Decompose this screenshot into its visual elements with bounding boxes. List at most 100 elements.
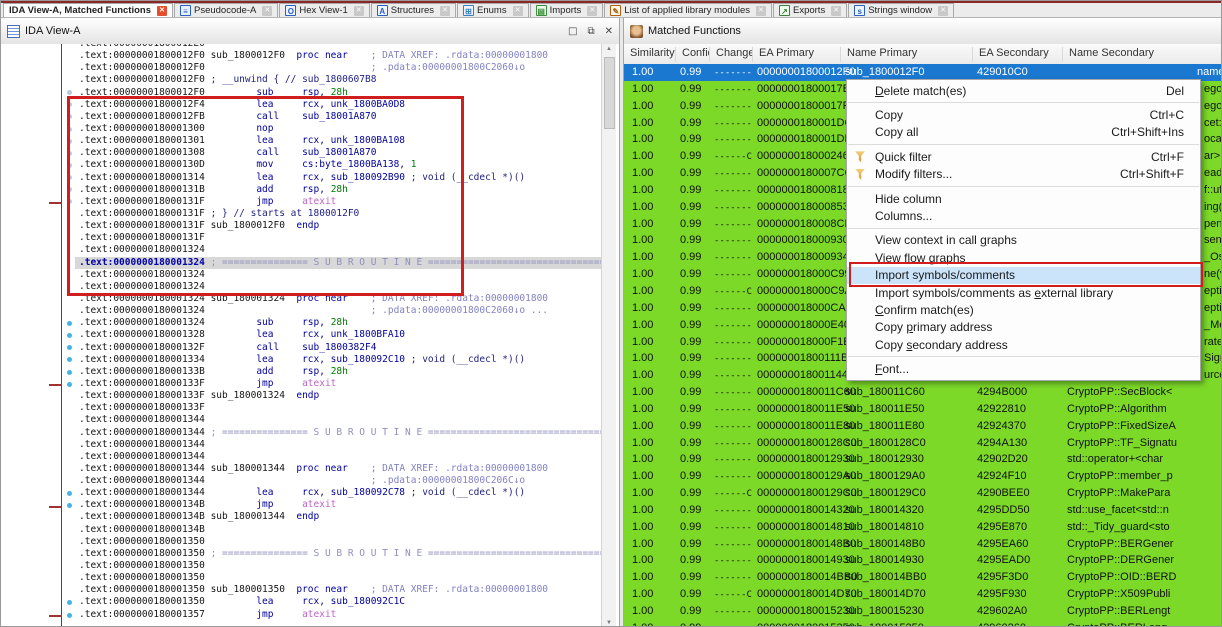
tab-strings-window[interactable]: sStrings window✕: [848, 3, 954, 17]
tab-icon-exports: ↗: [779, 5, 790, 16]
table-row[interactable]: 1.000.99-------0000000180014320sub_18001…: [624, 502, 1222, 519]
disasm-line[interactable]: .text:000000018000134B jmp atexit: [1, 499, 602, 511]
column-header-ea-secondary[interactable]: EA Secondary: [973, 47, 1063, 62]
menu-item-columns[interactable]: Columns...: [847, 207, 1200, 224]
disasm-line[interactable]: .text:000000018000134B sub_180001344 end…: [1, 511, 602, 523]
disasm-line[interactable]: .text:00000001800012F0 ; .pdata:00000001…: [1, 62, 602, 74]
tab-close-icon[interactable]: ✕: [938, 6, 948, 16]
disasm-line[interactable]: .text:000000018000132F call sub_1800382F…: [1, 342, 602, 354]
table-row[interactable]: 1.000.99-------0000000180014930sub_18001…: [624, 552, 1222, 569]
disasm-line[interactable]: .text:0000000180001344: [1, 414, 602, 426]
maximize-icon[interactable]: □: [568, 26, 577, 37]
menu-item-delete-match-es[interactable]: Delete match(es)Del: [847, 82, 1200, 99]
tab-close-icon[interactable]: ✕: [831, 6, 841, 16]
table-row[interactable]: 1.000.99-------0000000180012930sub_18001…: [624, 451, 1222, 468]
tab-ida-view-a-matched-functions[interactable]: IDA View-A, Matched Functions✕: [3, 3, 173, 17]
menu-item-label: Modify filters...: [875, 167, 952, 181]
menu-item-confirm-match-es[interactable]: Confirm match(es): [847, 301, 1200, 318]
disasm-line[interactable]: .text:0000000180001350 lea rcx, sub_1800…: [1, 596, 602, 608]
tab-close-icon[interactable]: ✕: [587, 6, 597, 16]
menu-item-copy-all[interactable]: Copy allCtrl+Shift+Ins: [847, 124, 1200, 141]
table-row[interactable]: 1.000.99-------0000000180014BB0sub_18001…: [624, 569, 1222, 586]
disasm-line[interactable]: .text:0000000180001350: [1, 560, 602, 572]
menu-item-view-context-in-call-graphs[interactable]: View context in call graphs: [847, 232, 1200, 249]
table-row[interactable]: 1.000.99-------0000000180011C60sub_18001…: [624, 384, 1222, 401]
menu-item-modify-filters[interactable]: Modify filters...Ctrl+Shift+F: [847, 166, 1200, 183]
menu-item-copy-secondary-address[interactable]: Copy secondary address: [847, 336, 1200, 353]
disasm-line[interactable]: .text:0000000180001334 lea rcx, sub_1800…: [1, 354, 602, 366]
tab-close-icon[interactable]: ✕: [513, 6, 523, 16]
tab-close-icon[interactable]: ✕: [756, 6, 766, 16]
tab-close-icon[interactable]: ✕: [354, 6, 364, 16]
disasm-line[interactable]: .text:000000018000133F: [1, 402, 602, 414]
disasm-line[interactable]: .text:0000000180001350: [1, 536, 602, 548]
disasm-line[interactable]: .text:0000000180001324 ; .pdata:00000001…: [1, 305, 602, 317]
scroll-up-icon[interactable]: ▲: [602, 46, 616, 52]
disasm-line[interactable]: .text:0000000180001350 ; ===============…: [1, 548, 602, 560]
float-icon[interactable]: ⧉: [587, 26, 594, 37]
menu-item-font[interactable]: Font...: [847, 360, 1200, 377]
name-secondary-fragment: egory::: [1204, 83, 1222, 95]
tab-pseudocode-a[interactable]: ≡Pseudocode-A✕: [174, 3, 278, 17]
disasm-line[interactable]: .text:000000018000134B: [1, 524, 602, 536]
column-header-change[interactable]: Change: [710, 47, 753, 62]
tab-structures[interactable]: AStructures✕: [371, 3, 456, 17]
menu-item-hide-column[interactable]: Hide column: [847, 190, 1200, 207]
tab-close-icon[interactable]: ✕: [262, 6, 272, 16]
vertical-scrollbar[interactable]: ▲ ▼: [601, 44, 616, 627]
tab-imports[interactable]: ▤Imports✕: [530, 3, 604, 17]
column-header-name-secondary[interactable]: Name Secondary: [1063, 47, 1222, 62]
ea-secondary-value: 42924370: [977, 420, 1026, 432]
table-row[interactable]: 1.000.99-------0000000180011E80sub_18001…: [624, 418, 1222, 435]
disasm-line[interactable]: .text:000000018000133B add rsp, 28h: [1, 366, 602, 378]
column-header-name-primary[interactable]: Name Primary: [841, 47, 973, 62]
tab-list-of-applied-library-modules[interactable]: ✎List of applied library modules✕: [604, 3, 772, 17]
change-flags: -------: [714, 220, 752, 230]
close-icon[interactable]: ✕: [605, 26, 613, 37]
column-header-similarity[interactable]: Similarity: [624, 47, 676, 62]
ea-primary-value: 00000001800012F0: [757, 66, 855, 78]
table-row[interactable]: 1.000.99-------0000000180015230sub_18001…: [624, 603, 1222, 620]
table-row[interactable]: 1.000.99-------0000000180014810sub_18001…: [624, 519, 1222, 536]
disasm-line[interactable]: .text:00000001800012F0 sub_1800012F0 pro…: [1, 50, 602, 62]
menu-item-copy-primary-address[interactable]: Copy primary address: [847, 319, 1200, 336]
tab-close-icon[interactable]: ✕: [157, 6, 167, 16]
disasm-line[interactable]: .text:0000000180001324 sub rsp, 28h: [1, 317, 602, 329]
tab-enums[interactable]: ⊞Enums✕: [457, 3, 529, 17]
change-flags: -------: [714, 236, 752, 246]
table-row[interactable]: 1.000.99-------00000001800148B0sub_18001…: [624, 536, 1222, 553]
table-row[interactable]: 1.000.99-------0000000180011E50sub_18001…: [624, 401, 1222, 418]
tab-exports[interactable]: ↗Exports✕: [773, 3, 847, 17]
disasm-line[interactable]: .text:0000000180001344 ; .pdata:00000001…: [1, 475, 602, 487]
menu-item-copy[interactable]: CopyCtrl+C: [847, 106, 1200, 123]
table-row[interactable]: 1.000.99------C0000000180014D70sub_18001…: [624, 586, 1222, 603]
disasm-line[interactable]: .text:000000018000133F jmp atexit: [1, 378, 602, 390]
disasm-line[interactable]: .text:000000018000133F sub_180001324 end…: [1, 390, 602, 402]
disasm-line[interactable]: .text:00000001800012F0 ; __unwind { // s…: [1, 74, 602, 86]
disasm-line[interactable]: .text:0000000180001350: [1, 572, 602, 584]
menu-item-label: Import symbols/comments as external libr…: [875, 286, 1113, 300]
column-header-confidence[interactable]: Confidence: [676, 47, 710, 62]
disassembly-area[interactable]: .text:00000001800012E0.text:000000018000…: [1, 44, 619, 627]
table-row[interactable]: 1.000.99------C00000001800129C0sub_18001…: [624, 485, 1222, 502]
table-row[interactable]: 1.000.99-------00000001800129A0sub_18001…: [624, 468, 1222, 485]
disasm-line[interactable]: .text:0000000180001344 ; ===============…: [1, 427, 602, 439]
ea-primary-value: 000000018000C9A0: [757, 285, 858, 297]
column-header-ea-primary[interactable]: EA Primary: [753, 47, 841, 62]
tab-hex-view-1[interactable]: OHex View-1✕: [279, 3, 369, 17]
similarity-value: 1.00: [632, 538, 653, 550]
disasm-line[interactable]: .text:0000000180001344 lea rcx, sub_1800…: [1, 487, 602, 499]
disasm-line[interactable]: .text:0000000180001344: [1, 439, 602, 451]
disasm-line[interactable]: .text:0000000180001357 jmp atexit: [1, 609, 602, 621]
similarity-value: 1.00: [632, 285, 653, 297]
scroll-down-icon[interactable]: ▼: [602, 620, 616, 626]
menu-item-quick-filter[interactable]: Quick filterCtrl+F: [847, 148, 1200, 165]
table-row[interactable]: 1.000.99-------00000001800128C0sub_18001…: [624, 435, 1222, 452]
disasm-line[interactable]: .text:0000000180001328 lea rcx, unk_1800…: [1, 329, 602, 341]
disasm-line[interactable]: .text:0000000180001350 sub_180001350 pro…: [1, 584, 602, 596]
scroll-thumb[interactable]: [604, 57, 615, 129]
disasm-line[interactable]: .text:0000000180001344 sub_180001344 pro…: [1, 463, 602, 475]
disasm-line[interactable]: .text:0000000180001344: [1, 451, 602, 463]
tab-close-icon[interactable]: ✕: [440, 6, 450, 16]
table-row[interactable]: 1.000.99-------0000000180015250sub_18001…: [624, 620, 1222, 627]
